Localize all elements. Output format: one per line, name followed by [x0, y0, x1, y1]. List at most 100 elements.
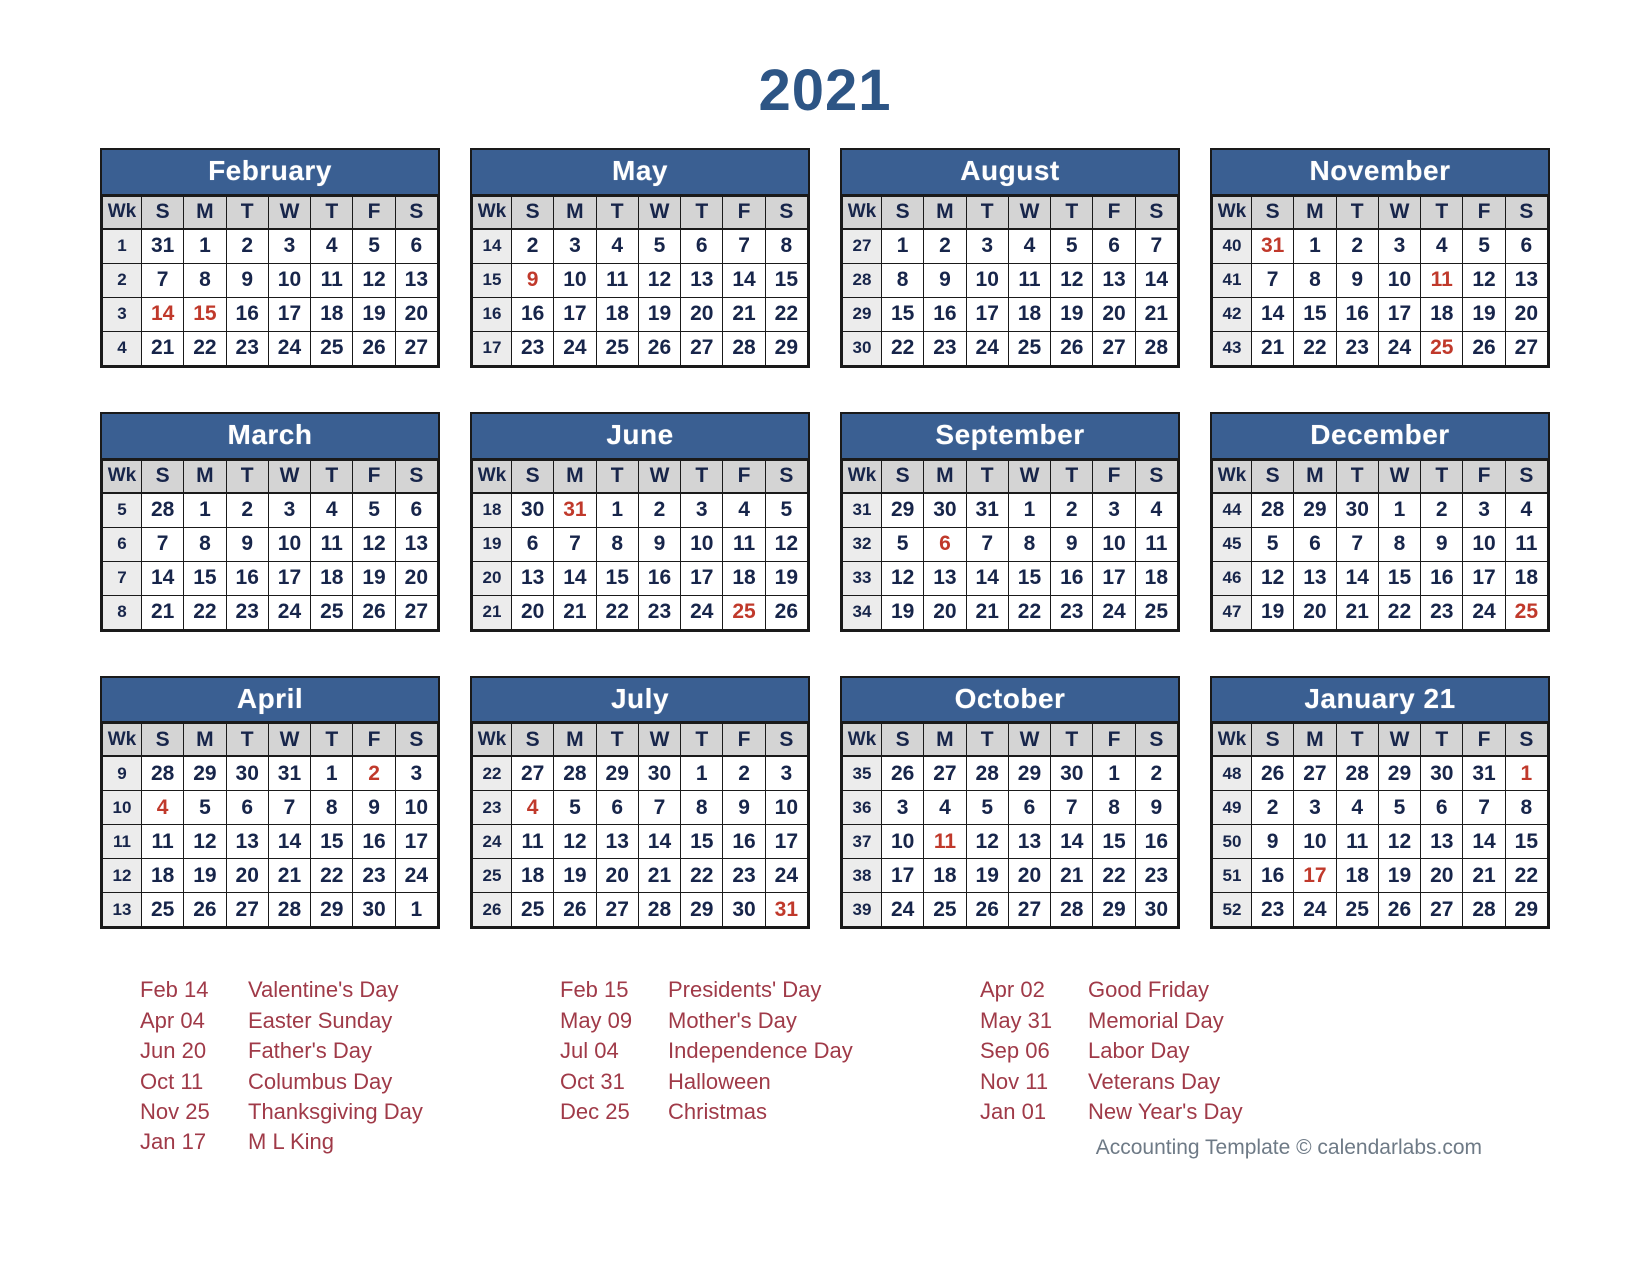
day-cell[interactable]: 8 [764, 228, 809, 264]
day-cell[interactable]: 2 [1050, 492, 1094, 528]
month-december[interactable]: December Wk S M T W T F S 44 28 29 30 1 2 3 4 45 5 6 7 8 9 10 11… [1210, 411, 1550, 632]
day-cell[interactable]: 22 [764, 296, 809, 332]
day-cell[interactable]: 10 [764, 790, 809, 826]
day-cell[interactable]: 1 [183, 228, 227, 264]
day-cell[interactable]: 15 [1007, 560, 1052, 596]
day-cell[interactable]: 12 [1050, 262, 1094, 298]
day-cell[interactable]: 9 [722, 790, 766, 826]
day-cell[interactable]: 29 [595, 755, 639, 792]
day-cell[interactable]: 20 [1092, 296, 1136, 332]
day-cell[interactable]: 6 [595, 790, 639, 826]
day-cell[interactable]: 21 [553, 594, 597, 630]
day-cell[interactable]: 17 [965, 296, 1009, 332]
day-cell[interactable]: 17 [267, 560, 312, 596]
day-cell[interactable]: 6 [1504, 228, 1549, 264]
month-january-21[interactable]: January 21 Wk S M T W T F S 48 26 27 28 29 30 31 1 49 2 3 4 5… [1210, 675, 1550, 930]
day-cell[interactable]: 19 [1377, 858, 1422, 894]
day-cell[interactable]: 27 [394, 330, 439, 366]
day-cell[interactable]: 2 [510, 228, 555, 264]
day-cell[interactable]: 6 [680, 228, 724, 264]
day-cell[interactable]: 12 [183, 824, 227, 860]
day-cell[interactable]: 15 [1293, 296, 1337, 332]
day-cell[interactable]: 11 [923, 824, 967, 860]
day-cell[interactable]: 6 [1007, 790, 1052, 826]
day-cell[interactable]: 23 [1134, 858, 1179, 894]
day-cell[interactable]: 12 [880, 560, 925, 596]
day-cell[interactable]: 13 [1420, 824, 1464, 860]
day-cell[interactable]: 12 [352, 526, 396, 562]
day-cell[interactable]: 27 [394, 594, 439, 630]
day-cell[interactable]: 24 [880, 892, 925, 928]
day-cell[interactable]: 28 [1335, 755, 1379, 792]
day-cell[interactable]: 4 [595, 228, 639, 264]
day-cell[interactable]: 12 [352, 262, 396, 298]
day-cell[interactable]: 23 [225, 330, 269, 366]
day-cell[interactable]: 21 [1462, 858, 1506, 894]
day-cell[interactable]: 9 [352, 790, 396, 826]
day-cell[interactable]: 8 [1293, 262, 1337, 298]
day-cell[interactable]: 21 [1134, 296, 1179, 332]
day-cell[interactable]: 21 [722, 296, 766, 332]
day-cell[interactable]: 23 [1050, 594, 1094, 630]
day-cell[interactable]: 14 [267, 824, 312, 860]
day-cell[interactable]: 25 [1504, 594, 1549, 630]
month-april[interactable]: April Wk S M T W T F S 9 28 29 30 31 1 2 3 10 4 5 6 7 8 9 10 11 11… [100, 675, 440, 930]
day-cell[interactable]: 13 [394, 262, 439, 298]
day-cell[interactable]: 11 [1504, 526, 1549, 562]
day-cell[interactable]: 10 [1462, 526, 1506, 562]
day-cell[interactable]: 28 [1462, 892, 1506, 928]
day-cell[interactable]: 26 [637, 330, 682, 366]
day-cell[interactable]: 27 [595, 892, 639, 928]
day-cell[interactable]: 20 [923, 594, 967, 630]
day-cell[interactable]: 28 [637, 892, 682, 928]
day-cell[interactable]: 28 [965, 755, 1009, 792]
day-cell[interactable]: 15 [595, 560, 639, 596]
day-cell[interactable]: 28 [1050, 892, 1094, 928]
day-cell[interactable]: 4 [310, 228, 354, 264]
day-cell[interactable]: 22 [1504, 858, 1549, 894]
day-cell[interactable]: 12 [965, 824, 1009, 860]
day-cell[interactable]: 2 [225, 228, 269, 264]
day-cell[interactable]: 7 [965, 526, 1009, 562]
day-cell[interactable]: 22 [183, 594, 227, 630]
day-cell[interactable]: 23 [923, 330, 967, 366]
day-cell[interactable]: 30 [352, 892, 396, 928]
day-cell[interactable]: 22 [183, 330, 227, 366]
day-cell[interactable]: 14 [140, 560, 185, 596]
day-cell[interactable]: 11 [310, 262, 354, 298]
day-cell[interactable]: 10 [553, 262, 597, 298]
day-cell[interactable]: 24 [1462, 594, 1506, 630]
day-cell[interactable]: 26 [553, 892, 597, 928]
day-cell[interactable]: 27 [510, 755, 555, 792]
day-cell[interactable]: 21 [140, 594, 185, 630]
day-cell[interactable]: 9 [1335, 262, 1379, 298]
day-cell[interactable]: 18 [722, 560, 766, 596]
day-cell[interactable]: 23 [637, 594, 682, 630]
day-cell[interactable]: 6 [923, 526, 967, 562]
day-cell[interactable]: 26 [1462, 330, 1506, 366]
day-cell[interactable]: 11 [1420, 262, 1464, 298]
day-cell[interactable]: 26 [764, 594, 809, 630]
day-cell[interactable]: 25 [1007, 330, 1052, 366]
day-cell[interactable]: 28 [722, 330, 766, 366]
day-cell[interactable]: 15 [183, 296, 227, 332]
day-cell[interactable]: 1 [1504, 755, 1549, 792]
day-cell[interactable]: 1 [1293, 228, 1337, 264]
day-cell[interactable]: 14 [637, 824, 682, 860]
day-cell[interactable]: 26 [1050, 330, 1094, 366]
day-cell[interactable]: 11 [722, 526, 766, 562]
day-cell[interactable]: 22 [1293, 330, 1337, 366]
day-cell[interactable]: 5 [183, 790, 227, 826]
day-cell[interactable]: 6 [510, 526, 555, 562]
day-cell[interactable]: 13 [394, 526, 439, 562]
day-cell[interactable]: 24 [680, 594, 724, 630]
day-cell[interactable]: 3 [764, 755, 809, 792]
day-cell[interactable]: 3 [965, 228, 1009, 264]
day-cell[interactable]: 25 [140, 892, 185, 928]
day-cell[interactable]: 29 [1293, 492, 1337, 528]
day-cell[interactable]: 7 [722, 228, 766, 264]
day-cell[interactable]: 3 [394, 755, 439, 792]
day-cell[interactable]: 2 [1420, 492, 1464, 528]
day-cell[interactable]: 26 [1377, 892, 1422, 928]
day-cell[interactable]: 30 [510, 492, 555, 528]
